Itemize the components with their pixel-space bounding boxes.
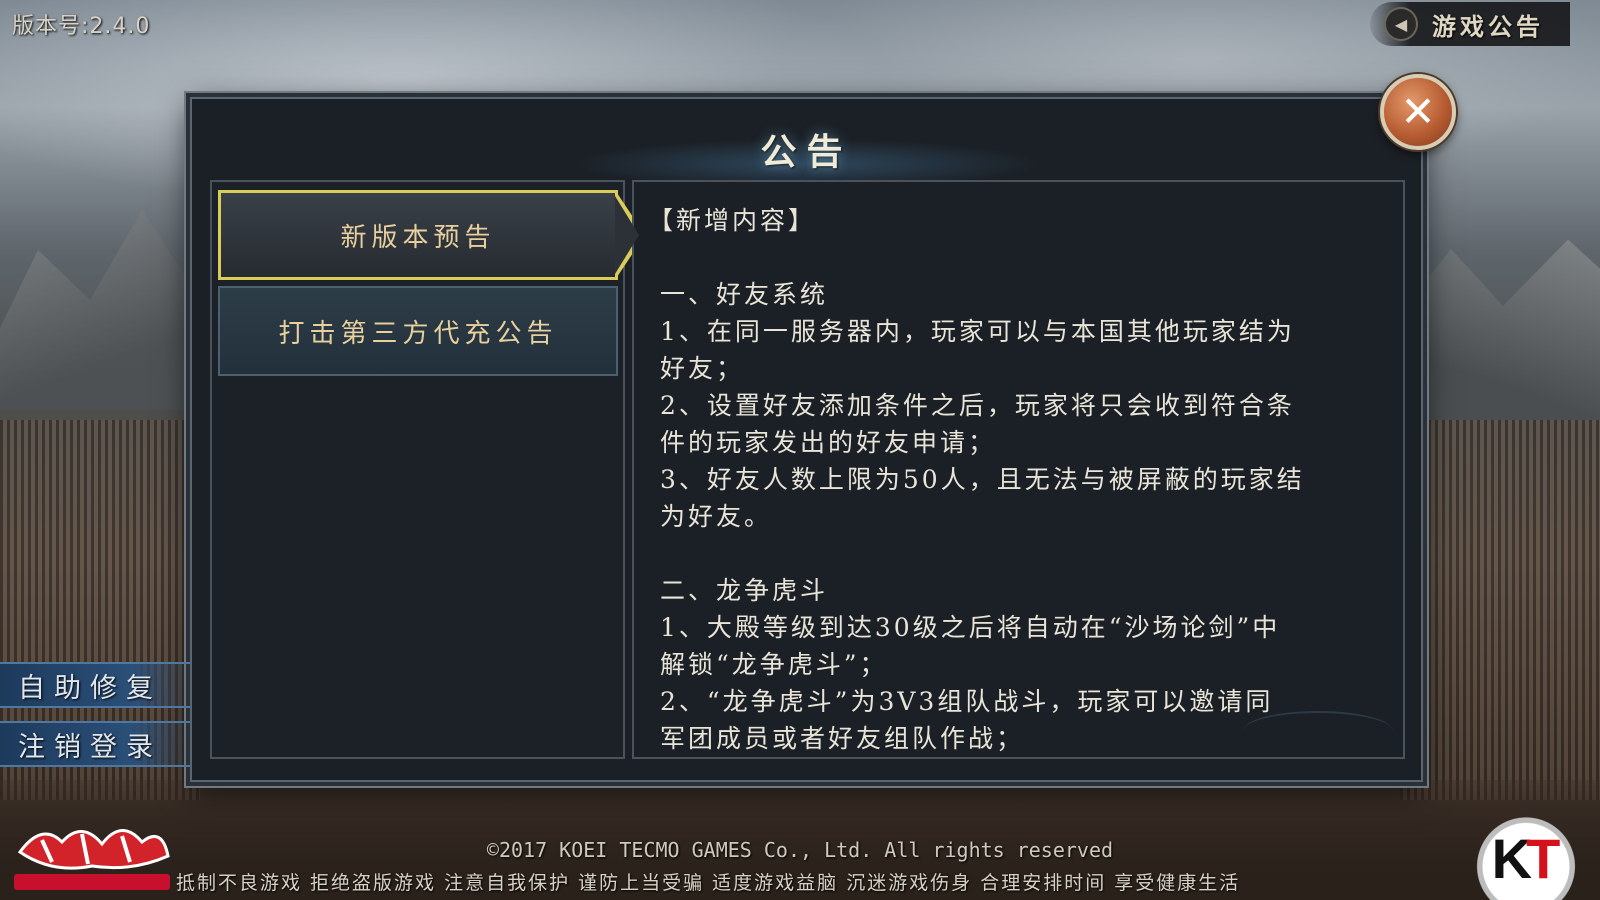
health-gaming-notice: 抵制不良游戏 拒绝盗版游戏 注意自我保护 谨防上当受骗 适度游戏益脑 沉迷游戏伤…: [176, 872, 1241, 894]
dialog-title: 公告: [760, 132, 853, 173]
content-line: 1、在同一服务器内，玩家可以与本国其他玩家结为: [660, 317, 1295, 346]
tab-label: 新版本预告: [340, 222, 496, 253]
content-line: 好友；: [660, 354, 745, 383]
copyright-text: ©2017 KOEI TECMO GAMES Co., Ltd. All rig…: [486, 838, 1114, 862]
tab-new-version-preview[interactable]: 新版本预告: [218, 190, 645, 280]
announcement-text: 【新增内容】 一、好友系统 1、在同一服务器内，玩家可以与本国其他玩家结为 好友…: [648, 202, 1385, 757]
self-repair-label: 自助修复: [18, 672, 162, 704]
section-heading: 一、好友系统: [660, 280, 829, 309]
logout-label: 注销登录: [18, 731, 162, 763]
version-label: 版本号:2.4.0: [12, 14, 151, 39]
game-notice-label: 游戏公告: [1432, 12, 1544, 41]
content-line: 件的玩家发出的好友申请；: [660, 428, 997, 457]
tab-anti-third-party-topup[interactable]: 打击第三方代充公告: [218, 286, 618, 376]
content-line: 2、设置好友添加条件之后，玩家将只会收到符合条: [660, 391, 1295, 420]
close-button[interactable]: ✕: [1380, 74, 1456, 150]
close-icon: ✕: [1400, 87, 1436, 136]
section-heading: 二、龙争虎斗: [660, 576, 829, 605]
logout-button[interactable]: 注销登录: [0, 721, 190, 767]
decorative-swirl: [1243, 711, 1393, 751]
kt-logo-t: T: [1526, 826, 1561, 890]
tab-label: 打击第三方代充公告: [278, 318, 558, 349]
tab-list: 新版本预告 打击第三方代充公告: [210, 180, 645, 759]
content-line: 为好友。: [660, 502, 773, 531]
section-title: 【新增内容】: [648, 206, 817, 235]
self-repair-button[interactable]: 自助修复: [0, 662, 190, 708]
announcement-content-panel[interactable]: 【新增内容】 一、好友系统 1、在同一服务器内，玩家可以与本国其他玩家结为 好友…: [632, 180, 1405, 759]
background-army-right: [1400, 420, 1600, 800]
game-title-logo: [14, 829, 170, 890]
content-line: 3、好友人数上限为50人，且无法与被屏蔽的玩家结: [660, 465, 1305, 494]
game-notice-button[interactable]: ◀ 游戏公告: [1370, 2, 1570, 46]
speaker-icon: ◀: [1384, 7, 1418, 41]
content-line: 解锁“龙争虎斗”；: [660, 650, 888, 679]
content-line: 1、大殿等级到达30级之后将自动在“沙场论剑”中: [660, 613, 1281, 642]
